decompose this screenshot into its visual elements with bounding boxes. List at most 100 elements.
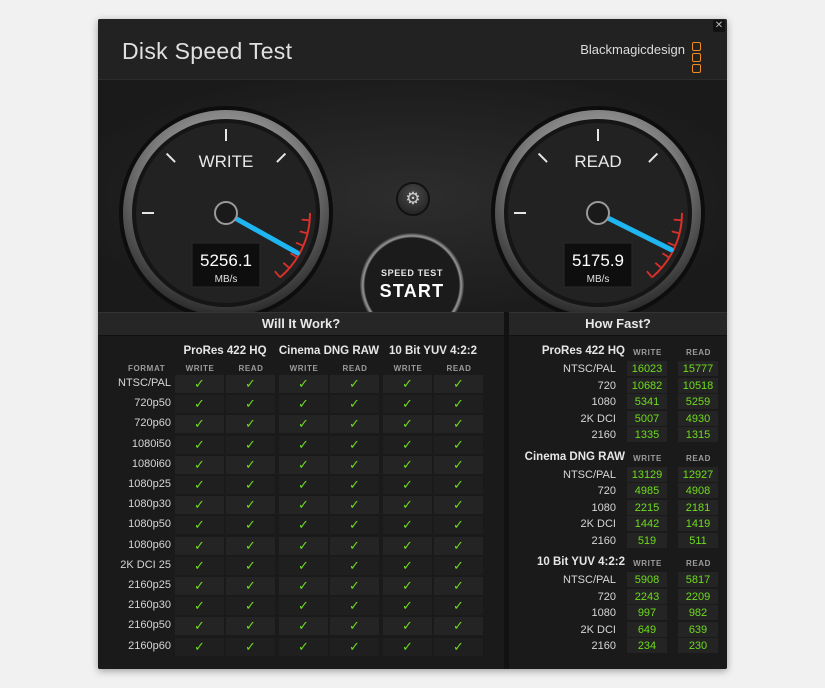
compat-check-icon: ✓ xyxy=(330,476,379,494)
compat-check-icon: ✓ xyxy=(383,496,432,515)
compat-check-icon: ✓ xyxy=(330,597,379,616)
compat-check-icon: ✓ xyxy=(383,577,432,595)
write-fps-value: 1335 xyxy=(627,427,667,443)
how-fast-row-label: 720 xyxy=(597,590,616,603)
compat-check-icon: ✓ xyxy=(330,516,379,535)
write-column-header: WRITE xyxy=(633,559,662,568)
compat-check-icon: ✓ xyxy=(279,496,328,515)
compat-check-icon: ✓ xyxy=(383,556,432,575)
how-fast-group: ProRes 422 HQ WRITE READ NTSC/PAL 16023 15777… xyxy=(509,343,727,443)
how-fast-group-label: ProRes 422 HQ xyxy=(541,345,625,357)
settings-button[interactable]: ⚙ xyxy=(398,184,428,214)
write-column-header: WRITE xyxy=(185,364,215,373)
gauge-redline-tick xyxy=(301,218,310,222)
format-row-label: 1080p50 xyxy=(128,518,171,531)
compat-check-icon: ✓ xyxy=(434,556,483,575)
how-fast-row-label: 2160 xyxy=(591,640,616,653)
how-fast-header: How Fast? xyxy=(509,312,727,336)
start-button-caption: SPEED TEST xyxy=(380,268,443,278)
start-button-label: START xyxy=(379,281,445,301)
compat-check-icon: ✓ xyxy=(434,375,483,393)
read-fps-value: 15777 xyxy=(678,361,718,376)
how-fast-row: NTSC/PAL 5908 5817 xyxy=(509,572,727,588)
compat-check-icon: ✓ xyxy=(175,637,224,656)
how-fast-group-label: Cinema DNG RAW xyxy=(524,450,625,463)
format-row-label: 2160p30 xyxy=(128,599,171,612)
write-column-header: WRITE xyxy=(633,453,662,463)
compat-check-icon: ✓ xyxy=(383,617,432,636)
how-fast-group-label: 10 Bit YUV 4:2:2 xyxy=(537,556,625,568)
compat-check-icon: ✓ xyxy=(434,637,483,656)
read-fps-value: 1419 xyxy=(678,516,718,532)
how-fast-row-label: 2K DCI xyxy=(580,518,616,531)
compat-check-icon: ✓ xyxy=(434,496,483,515)
compat-check-icon: ✓ xyxy=(175,516,224,535)
write-fps-value: 16023 xyxy=(627,361,667,376)
compat-check-icon: ✓ xyxy=(226,556,275,575)
compat-check-icon: ✓ xyxy=(279,476,328,494)
compat-check-icon: ✓ xyxy=(434,536,483,555)
read-needle-hub xyxy=(586,201,610,225)
compat-check-icon: ✓ xyxy=(330,415,379,434)
write-needle-hub xyxy=(214,201,238,225)
compat-check-icon: ✓ xyxy=(279,375,328,393)
compat-check-icon: ✓ xyxy=(279,597,328,616)
read-fps-value: 511 xyxy=(678,532,718,548)
write-fps-value: 5341 xyxy=(627,394,667,410)
read-fps-value: 230 xyxy=(678,638,718,654)
compat-check-icon: ✓ xyxy=(383,536,432,555)
compat-check-icon: ✓ xyxy=(330,395,379,414)
write-fps-value: 234 xyxy=(627,638,667,654)
write-fps-value: 13129 xyxy=(627,466,667,482)
how-fast-row: 2K DCI 1442 1419 xyxy=(509,516,727,532)
compat-check-icon: ✓ xyxy=(279,395,328,414)
compat-check-icon: ✓ xyxy=(175,455,224,474)
compat-check-icon: ✓ xyxy=(226,597,275,616)
how-fast-row-label: NTSC/PAL xyxy=(563,574,616,586)
how-fast-row-label: 2K DCI xyxy=(580,412,616,425)
compat-check-icon: ✓ xyxy=(383,435,432,454)
how-fast-row: 2160 234 230 xyxy=(509,638,727,654)
read-fps-value: 5259 xyxy=(678,394,718,410)
compat-check-icon: ✓ xyxy=(330,536,379,555)
compat-check-icon: ✓ xyxy=(226,375,275,393)
compat-check-icon: ✓ xyxy=(226,536,275,555)
how-fast-row: 720 4985 4908 xyxy=(509,483,727,499)
write-readout-value: 5256.1 xyxy=(200,251,252,270)
compat-check-icon: ✓ xyxy=(279,516,328,535)
write-column-header: WRITE xyxy=(633,348,662,357)
brand-logo-icon xyxy=(692,42,701,75)
read-fps-value: 5817 xyxy=(678,572,718,587)
compat-check-icon: ✓ xyxy=(226,435,275,454)
read-readout-unit: MB/s xyxy=(587,274,610,285)
gear-icon: ⚙ xyxy=(405,189,421,208)
compat-check-icon: ✓ xyxy=(175,415,224,434)
compat-check-icon: ✓ xyxy=(383,395,432,414)
compat-check-icon: ✓ xyxy=(175,435,224,454)
how-fast-row: 720 2243 2209 xyxy=(509,588,727,605)
write-fps-value: 5908 xyxy=(627,572,667,587)
how-fast-row-label: 720 xyxy=(597,485,616,498)
compat-check-icon: ✓ xyxy=(175,617,224,636)
compat-check-icon: ✓ xyxy=(330,637,379,656)
compat-check-icon: ✓ xyxy=(330,617,379,636)
compat-check-icon: ✓ xyxy=(226,415,275,434)
write-fps-value: 2243 xyxy=(627,588,667,604)
compat-check-icon: ✓ xyxy=(175,597,224,616)
compat-check-icon: ✓ xyxy=(226,455,275,474)
compat-check-icon: ✓ xyxy=(226,617,275,636)
read-fps-value: 4908 xyxy=(678,483,718,499)
compat-check-icon: ✓ xyxy=(383,637,432,656)
compat-check-icon: ✓ xyxy=(434,516,483,535)
how-fast-row: 2160 519 511 xyxy=(509,532,727,549)
format-row-label: 2160p25 xyxy=(128,579,171,591)
how-fast-row: NTSC/PAL 13129 12927 xyxy=(509,466,727,483)
write-fps-value: 1442 xyxy=(627,516,667,532)
how-fast-row-label: NTSC/PAL xyxy=(563,468,616,481)
compat-check-icon: ✓ xyxy=(175,577,224,595)
format-row-label: 1080i50 xyxy=(131,437,171,450)
read-fps-value: 2209 xyxy=(678,588,718,604)
how-fast-row-label: 2160 xyxy=(591,534,616,547)
will-it-work-table: ProRes 422 HQ Cinema DNG RAW 10 Bit YUV 4:… xyxy=(98,335,504,669)
close-button[interactable]: ✕ xyxy=(713,20,725,32)
